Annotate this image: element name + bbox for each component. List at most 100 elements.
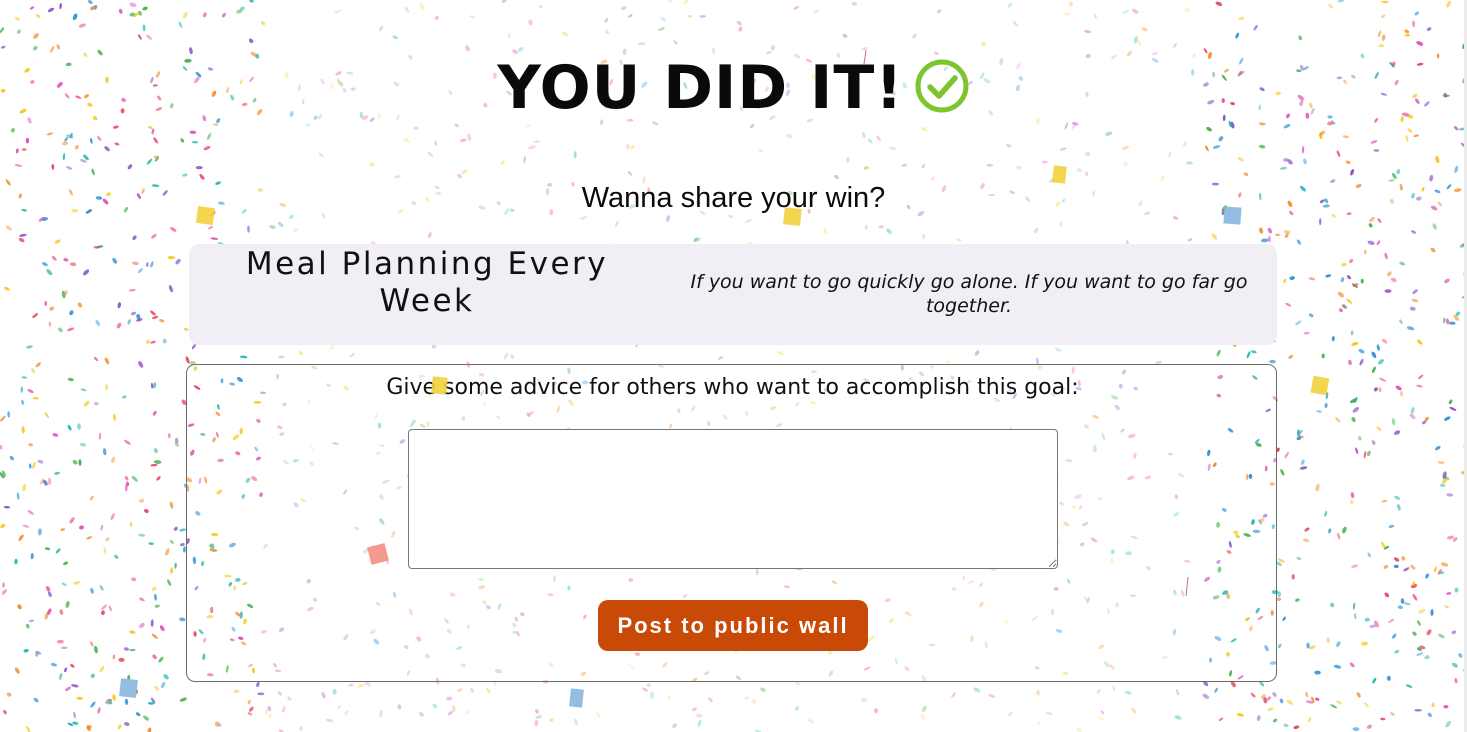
confetti-sprinkle: [26, 623, 30, 629]
confetti-sprinkle: [1341, 262, 1347, 267]
confetti-sprinkle: [1306, 642, 1310, 649]
confetti-sprinkle: [1012, 21, 1019, 27]
confetti-sprinkle: [248, 706, 254, 712]
confetti-sprinkle: [1174, 715, 1182, 720]
confetti-sprinkle: [1296, 556, 1302, 561]
confetti-sprinkle: [63, 561, 69, 566]
confetti-sprinkle: [59, 2, 62, 10]
confetti-sprinkle: [419, 2, 425, 10]
confetti-sprinkle: [642, 687, 648, 692]
confetti-sprinkle: [1187, 238, 1193, 242]
confetti-sprinkle: [1410, 564, 1416, 570]
confetti-sprinkle: [14, 558, 18, 565]
confetti-sprinkle: [94, 645, 98, 654]
confetti-sprinkle: [1438, 571, 1445, 575]
confetti-sprinkle: [1348, 359, 1352, 366]
confetti-sprinkle: [1069, 1, 1073, 7]
confetti-sprinkle: [834, 174, 839, 179]
confetti-sprinkle: [534, 719, 539, 727]
confetti-sprinkle: [99, 585, 104, 591]
post-to-public-wall-button[interactable]: Post to public wall: [598, 600, 868, 651]
confetti-sprinkle: [413, 126, 419, 131]
confetti-sprinkle: [1305, 700, 1314, 704]
confetti-sprinkle: [1444, 605, 1450, 609]
confetti-sprinkle: [1016, 165, 1022, 170]
confetti-sprinkle: [1409, 413, 1416, 420]
confetti-sprinkle: [1286, 699, 1294, 705]
confetti-sprinkle: [19, 233, 27, 237]
confetti-sprinkle: [807, 719, 815, 724]
confetti-sprinkle: [1337, 291, 1344, 298]
confetti-sprinkle: [1422, 420, 1427, 425]
confetti-sprinkle: [1309, 645, 1316, 650]
confetti-sprinkle: [1285, 302, 1292, 307]
confetti-sprinkle: [1184, 8, 1190, 13]
confetti-sprinkle: [1054, 347, 1062, 352]
confetti-sprinkle: [1397, 605, 1403, 610]
confetti-sprinkle: [67, 424, 72, 431]
confetti-sprinkle: [89, 137, 93, 144]
confetti-sprinkle: [419, 712, 424, 717]
confetti-sprinkle: [154, 604, 160, 608]
confetti-sprinkle: [79, 442, 87, 447]
confetti-sprinkle: [1412, 581, 1416, 586]
confetti-sprinkle: [573, 718, 579, 726]
confetti-sprinkle: [1308, 717, 1312, 723]
confetti-sprinkle: [1205, 145, 1209, 152]
confetti-sprinkle: [103, 546, 107, 555]
confetti-sprinkle: [69, 517, 75, 524]
confetti-sprinkle: [1373, 387, 1378, 392]
confetti-sprinkle: [1272, 691, 1277, 697]
confetti-sprinkle: [974, 350, 980, 356]
confetti-sprinkle: [863, 166, 870, 170]
confetti-sprinkle: [1218, 136, 1224, 142]
confetti-sprinkle: [104, 146, 110, 152]
confetti-sprinkle: [83, 269, 90, 276]
confetti-sprinkle: [55, 548, 61, 554]
confetti-sprinkle: [1321, 353, 1325, 359]
confetti-sprinkle: [54, 239, 61, 244]
confetti-sprinkle: [278, 355, 285, 359]
confetti-sprinkle: [1330, 704, 1338, 709]
confetti-sprinkle: [1345, 160, 1351, 165]
confetti-sprinkle: [1371, 366, 1376, 374]
confetti-sprinkle: [215, 721, 222, 727]
confetti-sprinkle: [1404, 33, 1411, 37]
confetti-sprinkle: [21, 399, 25, 405]
confetti-sprinkle: [143, 715, 150, 721]
confetti-sprinkle: [146, 158, 153, 165]
confetti-sprinkle: [1429, 174, 1434, 182]
advice-textarea[interactable]: [408, 429, 1058, 569]
confetti-sprinkle: [1100, 710, 1105, 715]
confetti-sprinkle: [1236, 713, 1244, 717]
confetti-sprinkle: [167, 579, 172, 586]
confetti-sprinkle: [1, 589, 7, 595]
confetti-sprinkle: [1341, 304, 1348, 309]
confetti-sprinkle: [144, 508, 149, 514]
confetti-sprinkle: [1301, 146, 1305, 154]
confetti-sprinkle: [1279, 166, 1288, 170]
confetti-sprinkle: [25, 137, 30, 144]
confetti-sprinkle: [1246, 351, 1251, 359]
confetti-sprinkle: [1381, 0, 1389, 4]
confetti-sprinkle: [1445, 720, 1451, 728]
confetti-sprinkle: [69, 132, 73, 139]
confetti-sprinkle: [1216, 349, 1221, 357]
confetti-sprinkle: [1412, 631, 1417, 636]
confetti-sprinkle: [1328, 3, 1334, 9]
confetti-sprinkle: [1316, 410, 1323, 413]
confetti-sprinkle: [28, 619, 35, 623]
confetti-sprinkle: [321, 691, 326, 699]
confetti-sprinkle: [174, 437, 179, 444]
confetti-sprinkle: [23, 648, 29, 653]
confetti-sprinkle: [614, 220, 619, 228]
confetti-sprinkle: [1376, 240, 1381, 246]
confetti-sprinkle: [4, 287, 10, 291]
confetti-sprinkle: [46, 132, 54, 136]
confetti-sprinkle: [786, 134, 793, 139]
share-prompt: Wanna share your win?: [581, 182, 886, 214]
confetti-sprinkle: [147, 727, 152, 732]
confetti-sprinkle: [61, 290, 66, 299]
confetti-sprinkle: [256, 681, 260, 688]
confetti-sprinkle: [921, 713, 925, 721]
